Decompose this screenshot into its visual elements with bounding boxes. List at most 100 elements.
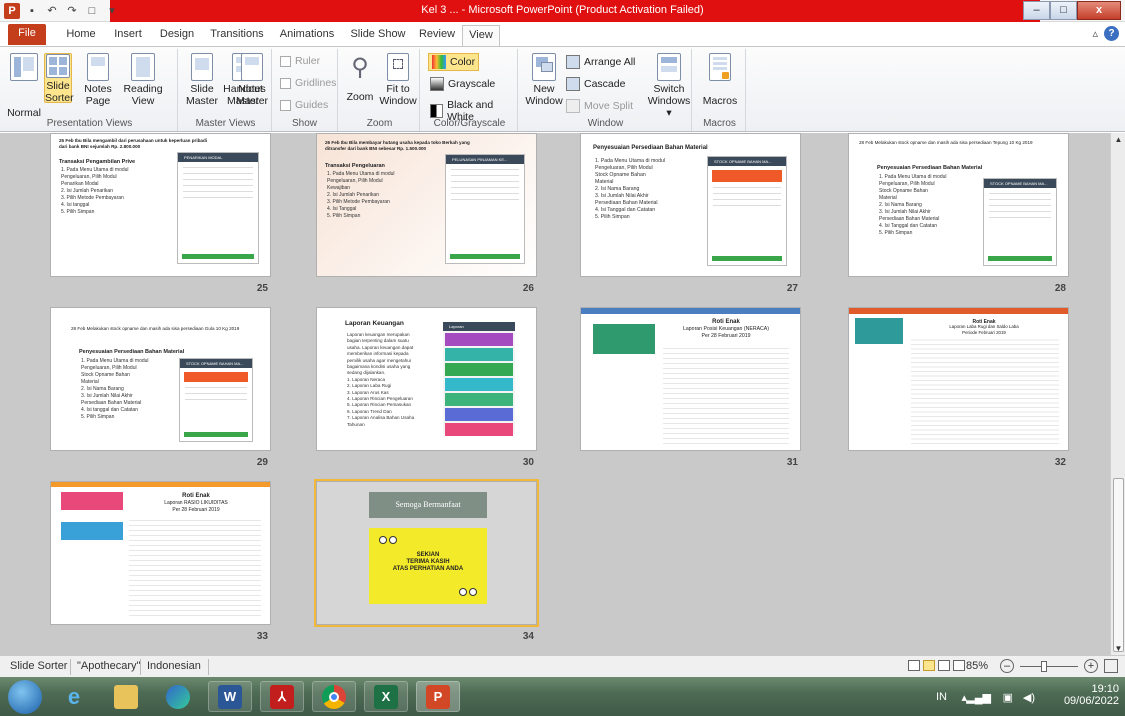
fit-slide-icon[interactable] [1104,659,1118,673]
minimize-button[interactable]: – [1023,1,1050,20]
slide-thumbnail[interactable]: 26 Feb Ibu Bila membayar hutang usaha ke… [316,133,537,277]
volume-icon[interactable]: ◀) [1023,691,1035,704]
taskbar-acrobat[interactable]: ⅄ [260,681,304,712]
taskbar-internet-explorer[interactable]: e [52,681,96,712]
group-presentation-views: Normal Slide Sorter Notes Page Reading V… [2,49,178,131]
tab-file[interactable]: File [8,24,46,45]
group-color-grayscale: Color Grayscale Black and White Color/Gr… [422,49,518,131]
zoom-level[interactable]: 85% [966,660,988,672]
minimize-ribbon-icon[interactable]: ▵ [1092,27,1098,40]
scrollbar-thumb[interactable] [1113,478,1124,652]
zoom-in-icon[interactable]: + [1084,659,1098,673]
phone-screenshot: STOCK OPNAME BAHAN MA... [983,178,1057,266]
slide-thumbnail[interactable]: Laporan Keuangan Laporan keuangan merupa… [316,307,537,451]
scroll-up-icon[interactable]: ▲ [1111,135,1125,144]
customize-qat-icon[interactable]: ▾ [104,3,120,19]
slide-thumbnail[interactable]: Roti Enak Laporan Laba Rugi dan Saldo La… [848,307,1069,451]
word-icon: W [218,684,242,709]
slide-thumbnail[interactable]: Penyesuaian Persediaan Bahan Material 1.… [580,133,801,277]
tab-transitions[interactable]: Transitions [206,25,268,46]
taskbar-file-explorer[interactable] [104,681,148,712]
help-area: ▵ ? [1092,26,1119,41]
slide-master-button[interactable]: Slide Master [182,53,222,107]
tab-insert[interactable]: Insert [108,25,148,46]
slide-sorter-icon[interactable] [923,660,935,671]
move-split-button[interactable]: Move Split [566,99,633,113]
slide-thumbnail[interactable]: Roti Enak Laporan RASIO LIKUIDITAS Per 2… [50,481,271,625]
tab-animations[interactable]: Animations [276,25,338,46]
zoom-slider[interactable] [1020,661,1078,672]
status-language[interactable]: Indonesian [147,660,201,672]
ribbon-tabs: File Home Insert Design Transitions Anim… [0,22,1125,46]
tab-design[interactable]: Design [156,25,198,46]
internet-explorer-icon: e [67,683,81,709]
taskbar-powerpoint[interactable]: P [416,681,460,712]
close-button[interactable]: x [1077,1,1121,20]
slide-number: 34 [522,631,534,642]
zoom-slider-thumb[interactable] [1041,661,1048,672]
group-show: Ruler Gridlines Guides Show [272,49,338,131]
slide-thumbnail-selected[interactable]: Semoga Bermanfaat SEKIAN TERIMA KASIH AT… [314,479,539,627]
tab-slide-show[interactable]: Slide Show [346,25,410,46]
powerpoint-app-icon[interactable]: P [4,3,20,19]
notes-master-button[interactable]: Notes Master [232,53,272,107]
save-icon[interactable]: ▪ [24,3,40,19]
grayscale-button[interactable]: Grayscale [430,77,495,91]
help-icon[interactable]: ? [1104,26,1119,41]
quick-access-toolbar: P ▪ ↶ ↷ □ ▾ [4,3,120,19]
zoom-out-icon[interactable]: – [1000,659,1014,673]
group-macros: Macros Macros [694,49,746,131]
tab-view[interactable]: View [462,25,500,46]
excel-icon: X [374,684,398,709]
signal-icon[interactable]: ▂▄▆ [966,691,991,704]
phone-screenshot: STOCK OPNAME BAHAN MA... [707,156,787,266]
color-icon [432,55,446,69]
slide-thumbnail[interactable]: 28 Feb Melakukan stock opname dan masih … [50,307,271,451]
normal-view-icon[interactable] [908,660,920,671]
slide-number: 27 [786,283,798,294]
language-indicator[interactable]: IN [936,691,947,703]
color-button[interactable]: Color [428,53,480,71]
window-title: Kel 3 ... - Microsoft PowerPoint (Produc… [421,4,704,16]
phone-screenshot: PELUNASAN PINJAMAN KE... [445,154,525,264]
redo-icon[interactable]: ↷ [64,3,80,19]
vertical-scrollbar[interactable]: ▲ ▼ [1110,133,1125,655]
normal-view-button[interactable]: Normal [6,53,42,119]
slide-sorter-area: 25 Feb Ibu Bila mengambil dari perusahaa… [0,133,1110,655]
slide-show-icon[interactable] [953,660,965,671]
slide-thumbnail[interactable]: Roti Enak Laporan Posisi Keuangan (NERAC… [580,307,801,451]
zoom-button[interactable]: ⚲ Zoom [342,53,378,103]
macros-button[interactable]: Macros [700,53,740,107]
slide-sorter-button[interactable]: Slide Sorter [44,53,74,104]
notes-page-button[interactable]: Notes Page [78,53,118,107]
report-table [663,344,789,444]
network-icon[interactable]: ▣ [1003,691,1013,704]
slide-number: 32 [1054,457,1066,468]
ruler-checkbox[interactable]: Ruler [280,55,320,67]
slide-thumbnail[interactable]: 28 Feb Melakukan stock opname dan masih … [848,133,1069,277]
scroll-down-icon[interactable]: ▼ [1111,644,1125,653]
slide-number: 30 [522,457,534,468]
maximize-button[interactable]: □ [1050,1,1077,20]
gridlines-checkbox[interactable]: Gridlines [280,77,336,89]
guides-checkbox[interactable]: Guides [280,99,328,111]
clock[interactable]: 19:10 09/06/2022 [1059,683,1119,707]
reading-view-icon[interactable] [938,660,950,671]
taskbar-excel[interactable]: X [364,681,408,712]
tab-review[interactable]: Review [416,25,458,46]
switch-windows-button[interactable]: Switch Windows ▾ [646,53,692,119]
start-orb-icon[interactable] [8,680,42,714]
new-icon[interactable]: □ [84,3,100,19]
new-window-button[interactable]: New Window [524,53,564,107]
fit-to-window-button[interactable]: Fit to Window [378,53,418,107]
view-shortcuts [908,660,965,671]
reading-view-button[interactable]: Reading View [120,53,166,107]
taskbar-chrome[interactable] [312,681,356,712]
slide-thumbnail[interactable]: 25 Feb Ibu Bila mengambil dari perusahaa… [50,133,271,277]
taskbar-word[interactable]: W [208,681,252,712]
taskbar-edge[interactable] [156,681,200,712]
tab-home[interactable]: Home [62,25,100,46]
arrange-all-button[interactable]: Arrange All [566,55,635,69]
cascade-button[interactable]: Cascade [566,77,625,91]
undo-icon[interactable]: ↶ [44,3,60,19]
